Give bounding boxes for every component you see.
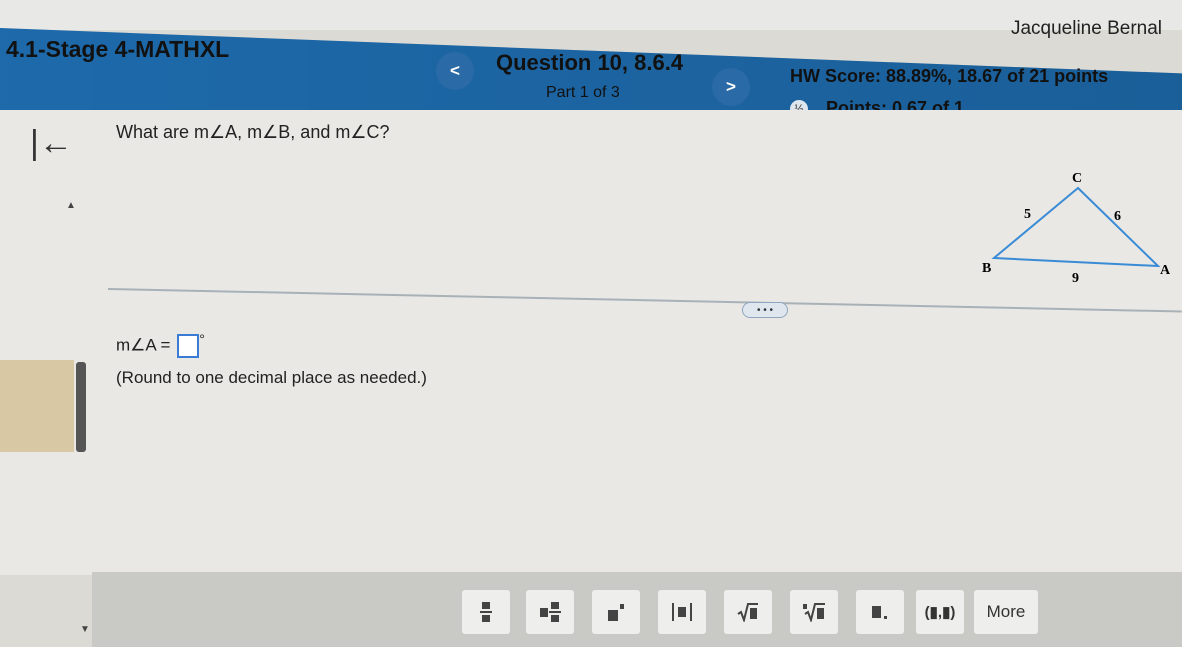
- more-tools-button[interactable]: More: [974, 590, 1038, 634]
- side-ba-label: 9: [1072, 271, 1079, 286]
- vertex-c-label: C: [1072, 171, 1082, 186]
- nth-root-button[interactable]: [790, 590, 838, 634]
- absolute-value-icon: [672, 603, 692, 621]
- scroll-up-icon[interactable]: ▲: [66, 200, 76, 211]
- triangle-shape: [991, 186, 1161, 268]
- question-part: Part 1 of 3: [546, 84, 620, 101]
- hw-score: HW Score: 88.89%, 18.67 of 21 points: [790, 66, 1109, 86]
- side-ca-label: 6: [1114, 209, 1121, 224]
- fraction-button[interactable]: [462, 590, 510, 634]
- mixed-number-button[interactable]: [526, 590, 574, 634]
- top-bar: [0, 0, 1182, 30]
- assignment-title: 4.1-Stage 4-MATHXL: [6, 36, 230, 62]
- vertex-a-label: A: [1160, 263, 1171, 278]
- fraction-icon: [480, 602, 492, 622]
- vertex-b-label: B: [982, 261, 991, 276]
- triangle-figure: C B A 5 6 9: [982, 171, 1171, 286]
- side-panel-tab: [0, 360, 74, 452]
- absolute-value-button[interactable]: [658, 590, 706, 634]
- question-text: What are m∠A, m∠B, and m∠C?: [116, 122, 390, 142]
- side-bc-label: 5: [1024, 207, 1031, 222]
- square-root-icon: [737, 603, 758, 622]
- next-question-button[interactable]: >: [712, 68, 750, 106]
- question-title: Question 10, 8.6.4: [496, 50, 684, 75]
- expand-dots-button[interactable]: • • •: [742, 302, 788, 318]
- ordered-pair-button[interactable]: (▮,▮): [916, 590, 964, 634]
- angle-a-input[interactable]: [177, 334, 200, 359]
- square-root-button[interactable]: [724, 590, 772, 634]
- exponent-icon: [608, 604, 624, 621]
- nth-root-icon: [803, 603, 825, 622]
- degree-symbol: °: [199, 332, 205, 348]
- exponent-button[interactable]: [592, 590, 640, 634]
- decimal-button[interactable]: [856, 590, 904, 634]
- answer-label: m∠A =: [116, 335, 171, 355]
- scroll-down-icon[interactable]: ▼: [80, 624, 90, 635]
- decimal-icon: [872, 606, 887, 619]
- side-scroll-handle[interactable]: [76, 362, 86, 452]
- back-arrow-icon[interactable]: |←: [30, 124, 73, 163]
- answer-row: m∠A = °: [116, 332, 205, 359]
- rounding-instruction: (Round to one decimal place as needed.): [116, 368, 427, 387]
- user-name: Jacqueline Bernal: [1010, 18, 1162, 39]
- mixed-number-icon: [540, 602, 561, 622]
- previous-question-button[interactable]: <: [436, 52, 474, 90]
